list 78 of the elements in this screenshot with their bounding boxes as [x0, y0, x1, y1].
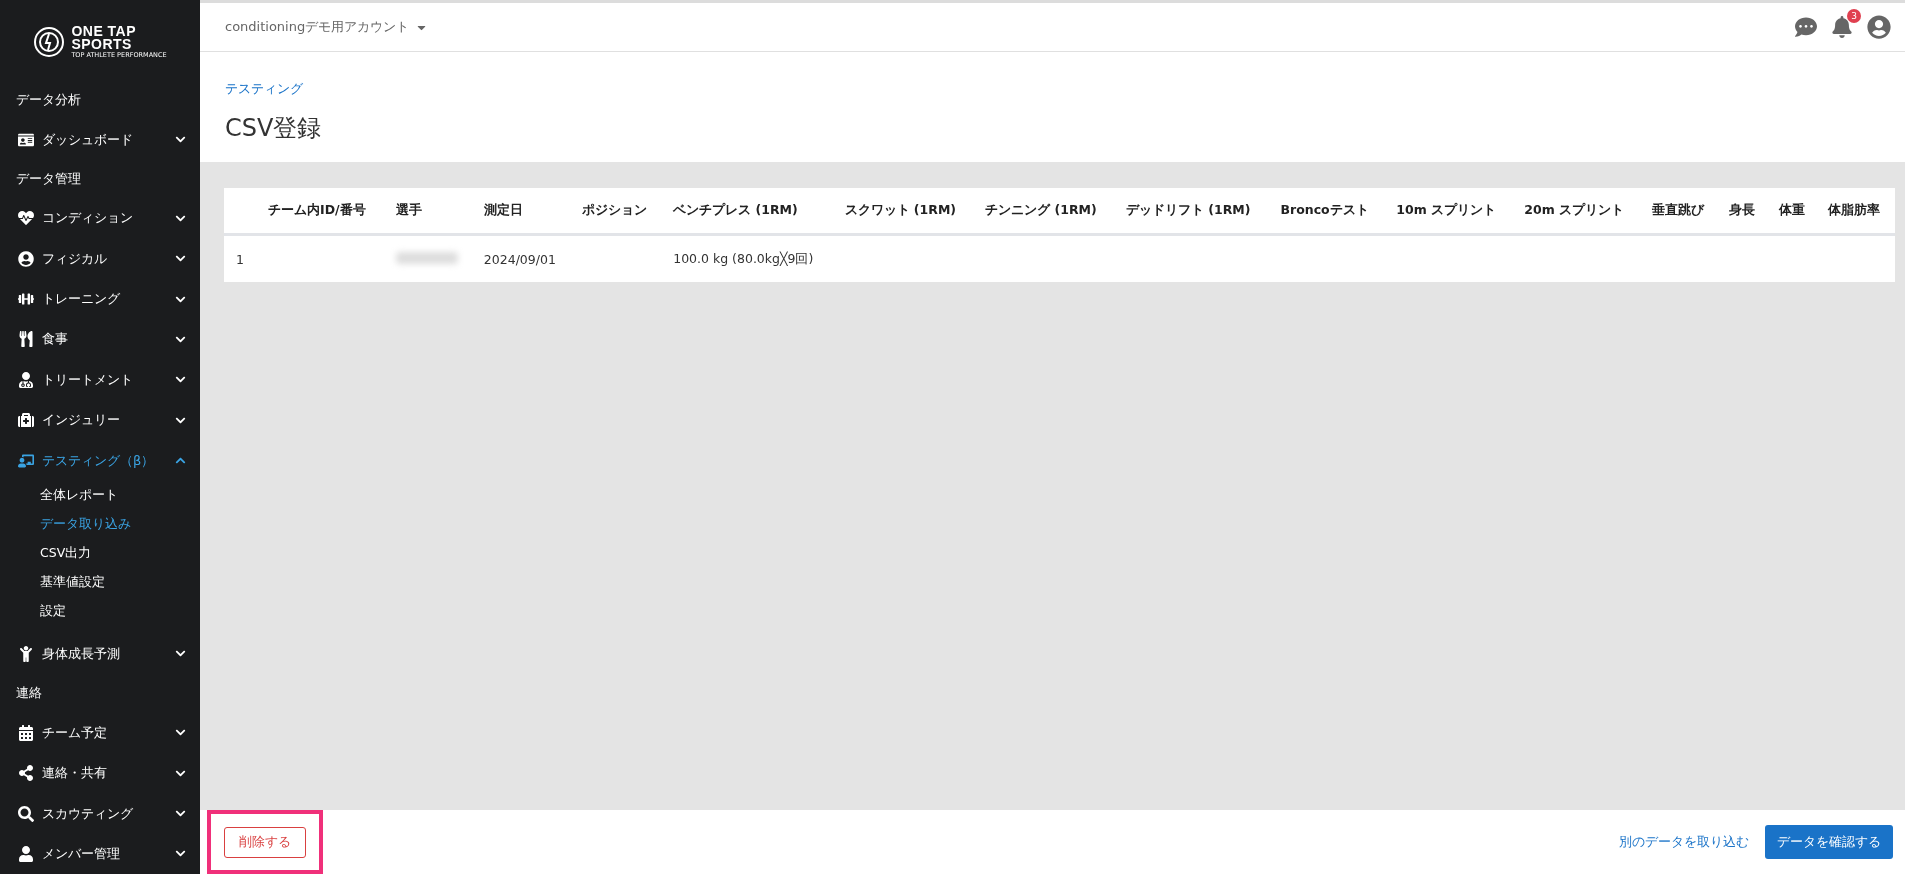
sidebar-item[interactable]: 食事: [0, 319, 200, 360]
dumbbell-icon: [16, 291, 36, 308]
sidebar-item[interactable]: スカウティング: [0, 793, 200, 834]
sidebar-item[interactable]: 身体成長予測: [0, 633, 200, 675]
logo-text: ONE TAP: [71, 24, 138, 38]
sidebar-item[interactable]: フィジカル: [0, 238, 200, 279]
sidebar-item[interactable]: トレーニング: [0, 278, 200, 320]
bell-icon[interactable]: [1831, 16, 1853, 38]
sidebar-item[interactable]: チーム予定: [0, 712, 200, 753]
column-header: ポジション: [572, 188, 664, 235]
column-header: 体重: [1768, 188, 1818, 235]
user-icon: [16, 845, 36, 862]
sidebar-item[interactable]: インジュリー: [0, 400, 200, 441]
sidebar-item-label: ダッシュボード: [42, 130, 134, 149]
column-header: 体脂肪率: [1817, 188, 1895, 235]
notification-badge: 3: [1847, 9, 1861, 23]
sidebar-item-label: トリートメント: [42, 370, 134, 389]
sidebar-item-label: テスティング（β）: [42, 451, 156, 470]
table-cell: 1: [224, 234, 387, 282]
column-header: スクワット (1RM): [834, 188, 976, 235]
calendar-icon: [16, 724, 36, 741]
sidebar-item[interactable]: ダッシュボード: [0, 119, 200, 160]
sidebar-item[interactable]: テスティング（β）: [0, 440, 200, 481]
doctor-icon: [16, 371, 36, 388]
logo-text: SPORTS: [71, 37, 132, 51]
column-header: 選手: [386, 188, 474, 235]
column-header: 垂直跳び: [1642, 188, 1720, 235]
delete-button[interactable]: 削除する: [224, 826, 306, 858]
presenter-icon: [16, 452, 36, 469]
column-header: 身長: [1719, 188, 1769, 235]
sidebar-item-label: フィジカル: [42, 249, 108, 268]
sidebar-item-label: 食事: [42, 330, 69, 349]
sidebar-section-label: データ分析: [15, 91, 82, 110]
heart-pulse-icon: [16, 210, 36, 227]
table-cell: 100.0 kg (80.0kg╳9回): [663, 234, 835, 282]
sidebar-item-label: トレーニング: [42, 290, 121, 309]
breadcrumb-link[interactable]: テスティング: [225, 81, 303, 96]
column-header: ベンチプレス (1RM): [663, 188, 835, 235]
chat-icon[interactable]: [1795, 16, 1817, 38]
sidebar-item-label: 身体成長予測: [42, 644, 121, 663]
id-card-icon: [16, 131, 36, 148]
sidebar-subitem[interactable]: 基準値設定: [0, 567, 200, 597]
sidebar-item[interactable]: 連絡・共有: [0, 752, 200, 794]
sidebar-item-label: チーム予定: [42, 723, 108, 742]
import-link[interactable]: 別のデータを取り込む: [1619, 833, 1749, 851]
sidebar-item[interactable]: トリートメント: [0, 359, 200, 400]
user-avatar-icon[interactable]: [1867, 15, 1891, 39]
sidebar-subitem[interactable]: 設定: [0, 596, 200, 626]
sidebar-item-label: メンバー管理: [42, 844, 121, 863]
column-header: 10m スプリント: [1386, 188, 1515, 235]
sidebar-item-label: スカウティング: [42, 804, 134, 823]
chevron-down-icon: [175, 134, 186, 145]
sidebar-subitem[interactable]: データ取り込み: [0, 509, 200, 539]
sidebar-subitem[interactable]: 全体レポート: [0, 480, 200, 510]
table-cell: 2024/09/01: [473, 234, 573, 282]
chevron-down-icon: [175, 808, 186, 819]
column-header: チンニング (1RM): [975, 188, 1116, 235]
column-header: 20m スプリント: [1514, 188, 1643, 235]
medkit-icon: [16, 412, 36, 429]
column-header: 測定日: [473, 188, 573, 235]
fork-knife-icon: [16, 331, 36, 348]
column-header: デッドリフト (1RM): [1115, 188, 1271, 235]
sidebar-item[interactable]: メンバー管理: [0, 833, 200, 874]
account-dropdown[interactable]: conditioningデモ用アカウント: [225, 18, 429, 36]
logo-icon: [33, 26, 66, 59]
sidebar-item-label: 連絡・共有: [42, 764, 108, 783]
search-icon: [16, 805, 36, 822]
sidebar-item-label: インジュリー: [42, 411, 121, 430]
column-header: チーム内ID/番号: [224, 188, 387, 235]
sidebar-section-label: データ管理: [15, 169, 82, 188]
page-title: CSV登録: [225, 113, 323, 144]
share-icon: [16, 765, 36, 782]
sidebar-item[interactable]: コンディション: [0, 198, 200, 239]
sidebar-section-label: 連絡: [15, 684, 43, 703]
column-header: Broncoテスト: [1270, 188, 1387, 235]
sidebar-subitem[interactable]: CSV出力: [0, 538, 200, 568]
sidebar-item-label: コンディション: [42, 209, 134, 228]
confirm-button[interactable]: データを確認する: [1765, 825, 1893, 859]
